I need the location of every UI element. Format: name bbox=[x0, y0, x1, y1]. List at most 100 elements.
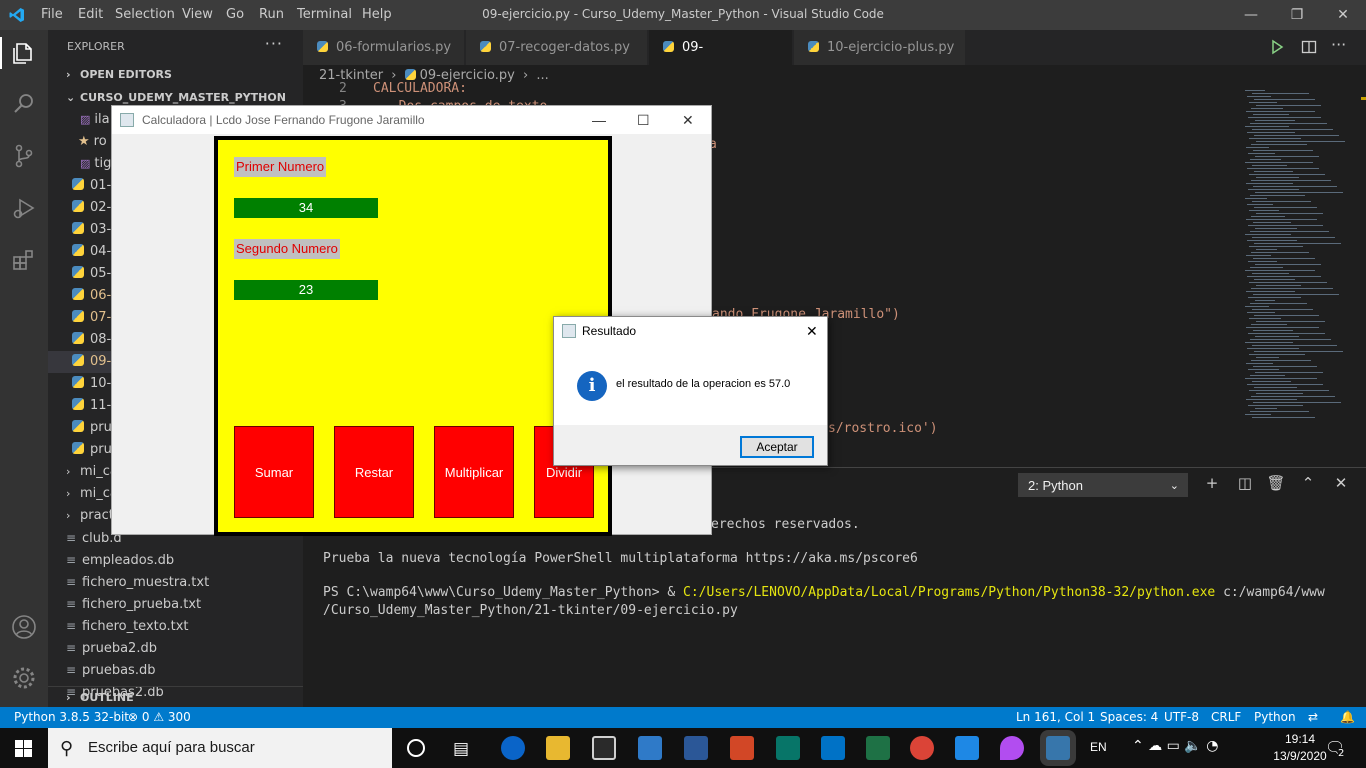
edge-icon[interactable] bbox=[501, 736, 525, 760]
line-ending[interactable]: CRLF bbox=[1211, 707, 1241, 728]
clock-time[interactable]: 19:14 bbox=[1280, 732, 1320, 746]
open-editors-section[interactable]: › OPEN EDITORS bbox=[48, 64, 303, 86]
notifications-icon[interactable]: 🔔 bbox=[1340, 707, 1355, 728]
minimize-button[interactable]: — bbox=[592, 106, 606, 134]
taskbar-search-box[interactable]: ⚲ Escribe aquí para buscar bbox=[48, 728, 392, 768]
minimap-line bbox=[1252, 93, 1309, 94]
account-icon[interactable] bbox=[10, 613, 38, 641]
tab-10-ejercicio-plus[interactable]: 10-ejercicio-plus.py bbox=[794, 30, 966, 65]
terminal-command-line: PS C:\wamp64\www\Curso_Udemy_Master_Pyth… bbox=[323, 585, 1325, 600]
run-icon[interactable] bbox=[1269, 39, 1285, 55]
minimap-line bbox=[1255, 156, 1319, 157]
close-button[interactable]: ✕ bbox=[806, 317, 818, 345]
cursor-position[interactable]: Ln 161, Col 1 bbox=[1016, 707, 1095, 728]
ok-button[interactable]: Aceptar bbox=[740, 436, 814, 458]
maximize-button[interactable]: ☐ bbox=[637, 106, 650, 134]
tab-label: 07-recoger-datos.py bbox=[499, 40, 630, 55]
encoding[interactable]: UTF-8 bbox=[1164, 707, 1199, 728]
more-actions-icon[interactable]: ··· bbox=[265, 34, 283, 53]
add-button[interactable]: Sumar bbox=[234, 426, 314, 518]
powerpoint-icon[interactable] bbox=[730, 736, 754, 760]
minimap-line bbox=[1247, 384, 1323, 385]
file-item[interactable]: ≡ pruebas.db bbox=[48, 659, 303, 681]
split-terminal-icon[interactable]: ◫ bbox=[1235, 474, 1255, 494]
python-file-icon bbox=[72, 178, 84, 190]
mail-icon[interactable] bbox=[638, 736, 662, 760]
language-indicator[interactable]: EN bbox=[1090, 740, 1107, 754]
settings-gear-icon[interactable] bbox=[10, 664, 38, 692]
close-button[interactable]: ✕ bbox=[682, 106, 694, 134]
terminal-selector[interactable]: 2: Python ⌄ bbox=[1018, 473, 1188, 497]
calculator-titlebar[interactable]: Calculadora | Lcdo Jose Fernando Frugone… bbox=[112, 106, 711, 134]
minimap-line bbox=[1246, 183, 1293, 184]
multiply-button[interactable]: Multiplicar bbox=[434, 426, 514, 518]
outline-section[interactable]: › OUTLINE bbox=[48, 686, 303, 708]
minimap-line bbox=[1250, 339, 1331, 340]
first-number-input[interactable]: 34 bbox=[234, 198, 378, 218]
excel-icon[interactable] bbox=[866, 736, 890, 760]
breadcrumb-symbol[interactable]: ... bbox=[536, 68, 548, 83]
file-item[interactable]: ≡ fichero_muestra.txt bbox=[48, 571, 303, 593]
tab-07-recoger-datos[interactable]: 07-recoger-datos.py bbox=[466, 30, 648, 65]
editor-scrollbar[interactable] bbox=[1353, 87, 1366, 417]
python-taskbar-icon[interactable] bbox=[1046, 736, 1070, 760]
dialog-titlebar[interactable]: Resultado ✕ bbox=[554, 317, 827, 345]
close-panel-icon[interactable]: ✕ bbox=[1331, 474, 1351, 494]
minimap-line bbox=[1253, 366, 1317, 367]
search-icon: ⚲ bbox=[60, 738, 74, 758]
file-item[interactable]: ≡ fichero_texto.txt bbox=[48, 615, 303, 637]
minimap-line bbox=[1249, 174, 1325, 175]
outline-label: OUTLINE bbox=[80, 691, 134, 704]
outlook-icon[interactable] bbox=[821, 736, 845, 760]
publisher-icon[interactable] bbox=[776, 736, 800, 760]
extensions-icon[interactable] bbox=[10, 246, 38, 274]
file-explorer-icon[interactable] bbox=[546, 736, 570, 760]
notification-count: 2 bbox=[1338, 748, 1345, 759]
tray-icons[interactable]: ⌃ ☁ ▭ 🔈 ◔ bbox=[1132, 738, 1218, 754]
tab-06-formularios[interactable]: 06-formularios.py bbox=[303, 30, 465, 65]
minimap-line bbox=[1252, 273, 1289, 274]
store-icon[interactable] bbox=[592, 736, 616, 760]
problems-count[interactable]: ⊗ 0 ⚠ 300 bbox=[128, 707, 191, 728]
second-number-input[interactable]: 23 bbox=[234, 280, 378, 300]
cortana-icon[interactable] bbox=[407, 739, 425, 757]
python-file-icon bbox=[72, 420, 84, 432]
python-file-icon bbox=[404, 69, 416, 80]
minimap-line bbox=[1254, 315, 1319, 316]
windows-start-icon[interactable] bbox=[15, 740, 32, 757]
minimap-line bbox=[1253, 186, 1337, 187]
more-actions-icon[interactable]: ··· bbox=[1331, 35, 1346, 54]
clock-date[interactable]: 13/9/2020 bbox=[1270, 749, 1330, 763]
tab-09-ejercicio[interactable]: 09-ejercicio.py✕ bbox=[649, 30, 793, 90]
new-terminal-icon[interactable]: + bbox=[1202, 474, 1222, 494]
search-placeholder: Escribe aquí para buscar bbox=[88, 739, 255, 756]
maximize-panel-icon[interactable]: ⌃ bbox=[1298, 474, 1318, 494]
search-icon[interactable] bbox=[10, 90, 38, 118]
task-view-icon[interactable]: ▤ bbox=[453, 739, 469, 759]
run-debug-icon[interactable] bbox=[10, 194, 38, 222]
open-editors-label: OPEN EDITORS bbox=[80, 68, 172, 81]
subtract-button[interactable]: Restar bbox=[334, 426, 414, 518]
vscode-taskbar-icon[interactable] bbox=[955, 736, 979, 760]
language-mode[interactable]: Python bbox=[1254, 707, 1296, 728]
word-icon[interactable] bbox=[684, 736, 708, 760]
trash-icon[interactable]: 🗑 bbox=[1266, 474, 1286, 494]
file-item[interactable]: ≡ empleados.db bbox=[48, 549, 303, 571]
split-editor-icon[interactable] bbox=[1301, 39, 1317, 55]
close-button[interactable]: ✕ bbox=[1320, 0, 1366, 30]
file-item[interactable]: ≡ prueba2.db bbox=[48, 637, 303, 659]
live-share-icon[interactable]: ⇄ bbox=[1308, 707, 1318, 728]
minimap-line bbox=[1253, 114, 1289, 115]
python-interpreter[interactable]: Python 3.8.5 32-bit bbox=[14, 707, 129, 728]
explorer-icon[interactable] bbox=[10, 39, 38, 67]
indentation[interactable]: Spaces: 4 bbox=[1100, 707, 1158, 728]
chrome-icon[interactable] bbox=[910, 736, 934, 760]
minimize-button[interactable]: — bbox=[1228, 0, 1274, 30]
minimap[interactable] bbox=[1243, 87, 1353, 418]
minimap-line bbox=[1248, 261, 1277, 262]
paint-icon[interactable] bbox=[1000, 736, 1024, 760]
minimap-line bbox=[1255, 408, 1277, 409]
file-item[interactable]: ≡ fichero_prueba.txt bbox=[48, 593, 303, 615]
source-control-icon[interactable] bbox=[10, 142, 38, 170]
restore-button[interactable]: ❐ bbox=[1274, 0, 1320, 30]
